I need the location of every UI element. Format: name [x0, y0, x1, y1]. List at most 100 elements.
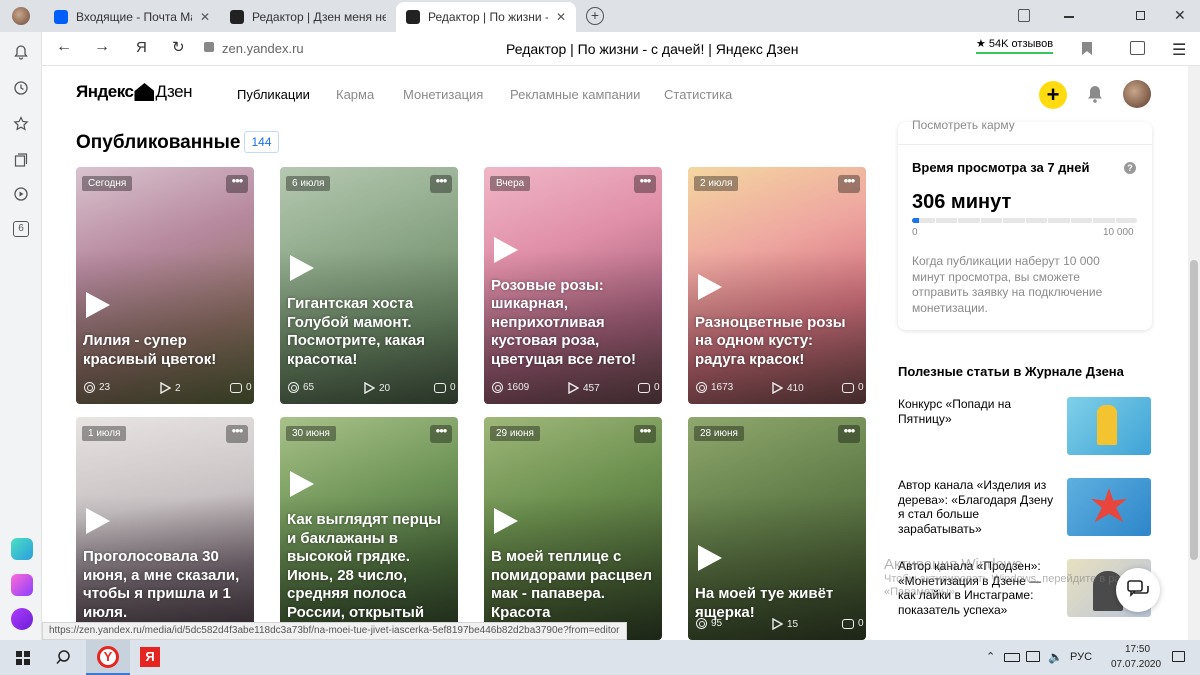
tab-mail[interactable]: Входящие - Почта Mail.ru ✕	[44, 2, 220, 32]
url-text[interactable]: zen.yandex.ru	[222, 41, 304, 56]
publication-card[interactable]: Сегодня ••• Лилия - супер красивый цветок!…	[76, 167, 254, 404]
play-icon[interactable]	[290, 255, 314, 281]
windows-taskbar: Y Я ⌃ 🔈 РУС 17:50 07.07.2020	[0, 640, 1200, 675]
play-icon[interactable]	[86, 508, 110, 534]
restore-icon[interactable]	[1136, 11, 1145, 20]
play-icon[interactable]	[290, 471, 314, 497]
create-button[interactable]: +	[1039, 81, 1067, 109]
yandex-task-icon[interactable]: Я	[140, 647, 160, 667]
alice-app-icon[interactable]	[11, 538, 33, 560]
card-title[interactable]: Лилия - супер красивый цветок!	[83, 332, 248, 369]
publication-card[interactable]: 6 июля ••• Гигантская хоста Голубой мамонт…	[280, 167, 458, 404]
search-icon[interactable]	[56, 650, 71, 670]
share-icon[interactable]	[1130, 41, 1145, 55]
history-icon[interactable]	[11, 78, 31, 98]
collections-icon[interactable]	[11, 150, 31, 170]
views-icon	[492, 382, 503, 393]
yandex-browser-task-icon[interactable]: Y	[86, 640, 130, 675]
card-title[interactable]: Проголосовала 30 июня, а мне сказали, чт…	[83, 548, 248, 622]
publication-card[interactable]: 2 июля ••• Разноцветные розы на одном куст…	[688, 167, 866, 404]
card-more-icon[interactable]: •••	[634, 174, 656, 193]
bookmark-icon[interactable]	[1082, 42, 1092, 55]
network-icon[interactable]	[1026, 651, 1040, 662]
journal-article[interactable]: Автор канала «Изделия из дерева»: «Благо…	[898, 478, 1152, 536]
calendar-badge-icon[interactable]: 6	[11, 219, 31, 239]
tray-chevron-icon[interactable]: ⌃	[986, 650, 995, 663]
card-title[interactable]: На моей туе живёт ящерка!	[695, 585, 860, 622]
play-icon[interactable]	[698, 273, 722, 300]
close-tab-icon[interactable]: ✕	[200, 10, 210, 24]
profile-avatar[interactable]	[12, 7, 30, 25]
publication-card[interactable]: 29 июня ••• В моей теплице с помидорами ра…	[484, 417, 662, 640]
new-tab-button[interactable]: +	[586, 7, 604, 25]
forward-icon[interactable]: →	[94, 38, 110, 56]
publication-card[interactable]: Вчера ••• Розовые розы: шикарная, неприхот…	[484, 167, 662, 404]
card-title[interactable]: Гигантская хоста Голубой мамонт. Посмотр…	[287, 295, 452, 369]
card-more-icon[interactable]: •••	[226, 424, 248, 443]
watch-time-panel: Посмотреть карму Время просмотра за 7 дн…	[898, 118, 1152, 330]
action-center-icon[interactable]	[1172, 651, 1185, 662]
notifications-icon[interactable]	[1087, 85, 1103, 108]
star-icon[interactable]	[11, 114, 31, 134]
views-stat: 23	[84, 382, 110, 393]
nav-ad-campaigns[interactable]: Рекламные кампании	[510, 87, 640, 102]
scrollbar-thumb[interactable]	[1190, 260, 1198, 560]
user-avatar[interactable]	[1123, 80, 1151, 108]
reload-icon[interactable]: ↻	[172, 38, 185, 56]
tab-editor-1[interactable]: Редактор | Дзен меня не л	[220, 2, 396, 32]
close-tab-icon[interactable]: ✕	[556, 10, 566, 24]
video-icon[interactable]	[11, 184, 31, 204]
page-scrollbar[interactable]	[1188, 66, 1200, 640]
help-icon[interactable]: ?	[1124, 162, 1136, 174]
chat-button[interactable]	[1116, 568, 1160, 612]
play-icon[interactable]	[494, 508, 518, 534]
card-more-icon[interactable]: •••	[634, 424, 656, 443]
nav-karma[interactable]: Карма	[336, 87, 374, 102]
card-more-icon[interactable]: •••	[430, 424, 452, 443]
yandex-home-icon[interactable]: Я	[136, 39, 147, 56]
back-icon[interactable]: ←	[56, 38, 72, 56]
close-window-icon[interactable]: ✕	[1174, 7, 1186, 24]
bell-icon[interactable]	[11, 42, 31, 62]
publication-card[interactable]: 28 июня ••• На моей туе живёт ящерка! 95 15 0	[688, 417, 866, 640]
journal-article[interactable]: Конкурс «Попади на Пятницу»	[898, 397, 1152, 455]
card-more-icon[interactable]: •••	[838, 424, 860, 443]
karma-link[interactable]: Посмотреть карму	[912, 118, 1015, 132]
nav-publications[interactable]: Публикации	[237, 87, 310, 102]
play-icon[interactable]	[698, 545, 722, 571]
minimize-icon[interactable]	[1064, 16, 1074, 18]
zen-logo[interactable]: Яндекс Дзен	[76, 82, 193, 102]
menu-icon[interactable]: ☰	[1172, 40, 1186, 60]
scale-min: 0	[912, 227, 918, 238]
clock-time[interactable]: 17:50	[1125, 644, 1150, 655]
alice-assistant-icon[interactable]	[11, 608, 33, 630]
comments-count: 0	[450, 382, 456, 393]
windows-start-icon[interactable]	[16, 651, 30, 665]
scale-max: 10 000	[1103, 227, 1134, 238]
tab-manager-icon[interactable]	[1018, 9, 1030, 22]
play-icon[interactable]	[86, 292, 110, 318]
music-app-icon[interactable]	[11, 574, 33, 596]
tab-editor-active[interactable]: Редактор | По жизни - с ✕	[396, 2, 576, 32]
publication-card[interactable]: 1 июля ••• Проголосовала 30 июня, а мне ск…	[76, 417, 254, 640]
card-title[interactable]: Розовые розы: шикарная, неприхотливая ку…	[491, 277, 656, 370]
card-more-icon[interactable]: •••	[838, 174, 860, 193]
browser-tab-bar: Входящие - Почта Mail.ru ✕ Редактор | Дз…	[0, 0, 1200, 32]
card-more-icon[interactable]: •••	[226, 174, 248, 193]
volume-icon[interactable]: 🔈	[1048, 650, 1063, 664]
publication-card[interactable]: 30 июня ••• Как выглядят перцы и баклажаны…	[280, 417, 458, 640]
progress-tick	[1114, 218, 1116, 223]
divider	[898, 144, 1152, 145]
play-icon[interactable]	[494, 236, 518, 263]
language-indicator[interactable]: РУС	[1070, 651, 1092, 663]
card-title[interactable]: Разноцветные розы на одном кусту: радуга…	[695, 314, 860, 370]
clock-date[interactable]: 07.07.2020	[1111, 659, 1161, 670]
article-image	[1067, 397, 1151, 455]
progress-tick	[1092, 218, 1093, 223]
reviews-badge[interactable]: ★ 54K отзывов	[976, 37, 1054, 54]
battery-icon[interactable]	[1004, 653, 1020, 662]
card-more-icon[interactable]: •••	[430, 174, 452, 193]
nav-monetization[interactable]: Монетизация	[403, 87, 483, 102]
nav-statistics[interactable]: Статистика	[664, 87, 732, 102]
card-title[interactable]: Как выглядят перцы и баклажаны в высокой…	[287, 511, 452, 640]
